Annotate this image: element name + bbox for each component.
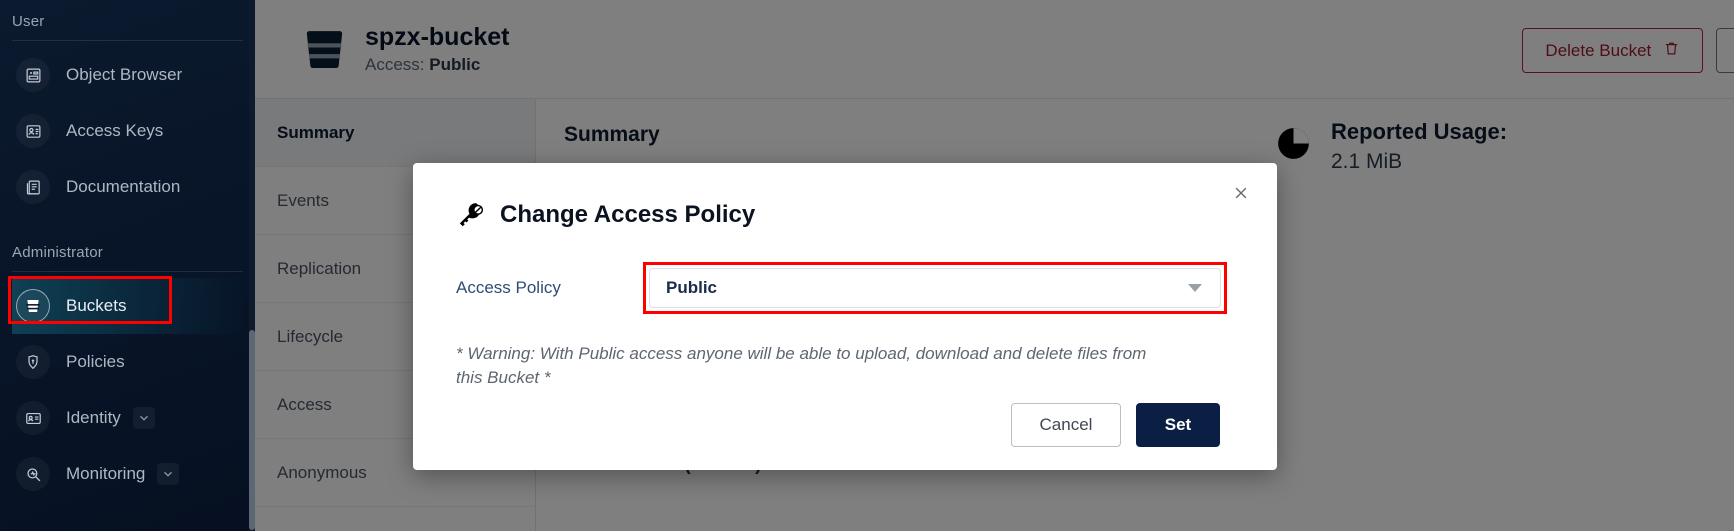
monitoring-search-icon xyxy=(16,457,50,491)
access-keys-icon xyxy=(16,114,50,148)
bucket-icon xyxy=(16,289,50,323)
sidebar-item-label: Object Browser xyxy=(66,65,183,84)
sidebar-group-title-administrator: Administrator xyxy=(12,244,103,261)
key-icon xyxy=(456,199,487,230)
change-access-policy-dialog: Change Access Policy Access Policy Publi… xyxy=(413,163,1277,470)
close-icon[interactable] xyxy=(1227,179,1255,207)
divider xyxy=(12,271,243,272)
policies-lock-icon xyxy=(16,345,50,379)
sidebar-item-access-keys[interactable]: Access Keys xyxy=(12,103,243,159)
dialog-title: Change Access Policy xyxy=(500,200,756,228)
access-policy-field-row: Access Policy Public xyxy=(413,230,1277,314)
dialog-title-row: Change Access Policy xyxy=(413,163,1277,230)
sidebar-item-identity[interactable]: Identity xyxy=(12,390,243,446)
cancel-button[interactable]: Cancel xyxy=(1011,403,1121,447)
sidebar-group-administrator: Administrator Buckets Policies Identity … xyxy=(0,231,255,502)
dialog-actions: Cancel Set xyxy=(1011,403,1220,447)
sidebar-item-monitoring[interactable]: Monitoring xyxy=(12,446,243,502)
sidebar-item-label: Policies xyxy=(66,352,125,371)
sidebar-item-policies[interactable]: Policies xyxy=(12,334,243,390)
sidebar-item-label: Buckets xyxy=(66,296,127,315)
chevron-down-icon[interactable] xyxy=(132,407,155,429)
object-browser-icon xyxy=(16,58,50,92)
access-policy-label: Access Policy xyxy=(456,278,561,297)
sidebar-item-label: Monitoring xyxy=(66,464,146,483)
identity-card-icon xyxy=(16,401,50,435)
sidebar-item-documentation[interactable]: Documentation xyxy=(12,159,243,215)
sidebar-group-title-user: User xyxy=(12,13,45,30)
app-root: User Object Browser Access Keys Document… xyxy=(0,0,1734,531)
divider xyxy=(12,40,243,41)
sidebar-item-label: Documentation xyxy=(66,177,181,196)
access-policy-warning: * Warning: With Public access anyone wil… xyxy=(456,344,1147,388)
access-policy-select-highlight: Public xyxy=(643,262,1227,314)
sidebar-group-user: User Object Browser Access Keys Document… xyxy=(0,0,255,215)
chevron-down-icon[interactable] xyxy=(1188,284,1202,292)
sidebar-item-object-browser[interactable]: Object Browser xyxy=(12,47,243,103)
documentation-icon xyxy=(16,170,50,204)
chevron-down-icon[interactable] xyxy=(157,463,180,485)
access-policy-select[interactable]: Public xyxy=(649,268,1221,308)
access-policy-selected-value: Public xyxy=(666,278,718,297)
sidebar-item-label: Access Keys xyxy=(66,121,164,140)
sidebar-item-label: Identity xyxy=(66,408,121,427)
set-button[interactable]: Set xyxy=(1136,403,1220,447)
sidebar: User Object Browser Access Keys Document… xyxy=(0,0,255,531)
sidebar-item-buckets[interactable]: Buckets xyxy=(12,278,243,334)
